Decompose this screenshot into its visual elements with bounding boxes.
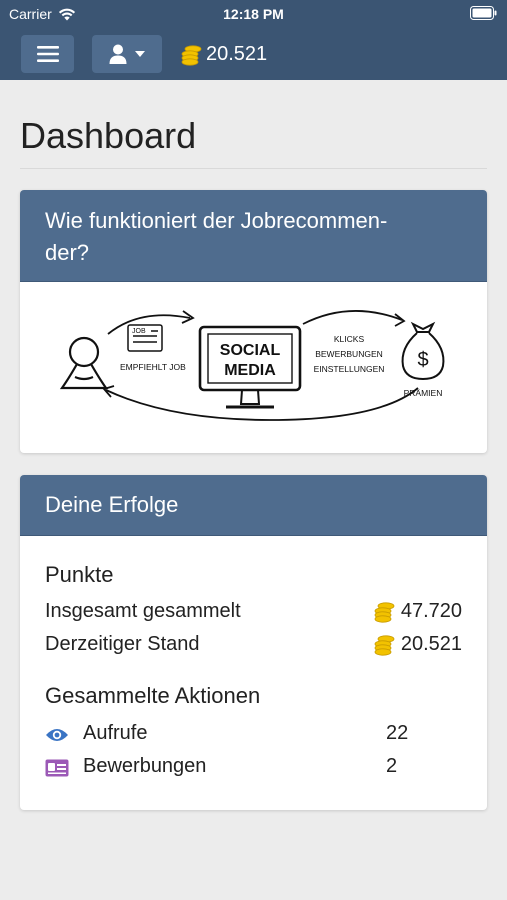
coins-icon <box>374 634 395 656</box>
achievements-card: Deine Erfolge Punkte Insgesamt gesammelt… <box>20 475 487 810</box>
points-heading: Punkte <box>45 562 114 587</box>
social-label: SOCIAL <box>220 342 281 359</box>
points-total-value: 47.720 <box>400 600 462 622</box>
hamburger-icon <box>36 46 59 62</box>
id-card-icon <box>45 757 69 779</box>
points-total-label: Insgesamt gesammelt <box>45 600 241 622</box>
clock: 12:18 PM <box>223 6 284 22</box>
person-illustration <box>59 336 109 390</box>
actions-heading: Gesammelte Aktionen <box>45 683 261 708</box>
nav-balance-value: 20.521 <box>206 43 268 65</box>
how-it-works-header: Wie funktioniert der Jobrecommen- der? <box>20 190 487 282</box>
achievements-header: Deine Erfolge <box>20 475 487 536</box>
clicks-label: KLICKS <box>334 334 365 344</box>
page-title: Dashboard <box>20 115 197 156</box>
top-navbar: 20.521 <box>0 28 507 80</box>
coins-icon <box>181 44 202 66</box>
points-current-row: Derzeitiger Stand 20.521 <box>45 633 462 661</box>
action-row-applications: Bewerbungen 2 <box>45 755 462 783</box>
points-current-label: Derzeitiger Stand <box>45 633 200 655</box>
caret-down-icon <box>135 51 145 57</box>
menu-button[interactable] <box>21 35 74 73</box>
arrow-back-to-person <box>105 387 419 421</box>
points-total-row: Insgesamt gesammelt 47.720 <box>45 600 462 628</box>
how-it-works-illustration: JOB EMPFIEHLT JOB SOCIAL MEDIA KLICKS BE… <box>59 310 445 421</box>
rewards-label: PRÄMIEN <box>404 388 443 398</box>
action-views-count: 22 <box>386 722 409 744</box>
points-current-value-wrap: 20.521 <box>373 633 462 656</box>
battery-icon <box>470 6 497 20</box>
action-applications-label: Bewerbungen <box>83 755 207 777</box>
settings-label: EINSTELLUNGEN <box>314 364 385 374</box>
how-it-works-title-line-2: der? <box>45 240 90 265</box>
user-icon <box>109 44 127 64</box>
job-label: JOB <box>132 328 146 335</box>
nav-points-balance: 20.521 <box>180 43 267 66</box>
status-bar: Carrier 12:18 PM <box>0 0 507 28</box>
title-divider <box>20 168 487 169</box>
action-views-label: Aufrufe <box>83 722 148 744</box>
dollar-sign: $ <box>417 349 428 371</box>
user-menu-button[interactable] <box>92 35 162 73</box>
how-it-works-title-line-1: Wie funktioniert der Jobrecommen- <box>45 208 388 233</box>
action-row-views: Aufrufe 22 <box>45 722 462 750</box>
points-current-value: 20.521 <box>400 633 462 655</box>
points-total-value-wrap: 47.720 <box>373 600 462 623</box>
media-label: MEDIA <box>224 362 276 379</box>
arrow-to-rewards <box>302 310 403 325</box>
action-applications-count: 2 <box>386 755 398 777</box>
how-it-works-card: Wie funktioniert der Jobrecommen- der? J… <box>20 190 487 453</box>
eye-icon <box>45 724 69 746</box>
recommends-job-label: EMPFIEHLT JOB <box>120 362 186 372</box>
applications-label: BEWERBUNGEN <box>315 349 383 359</box>
coins-icon <box>374 601 395 623</box>
